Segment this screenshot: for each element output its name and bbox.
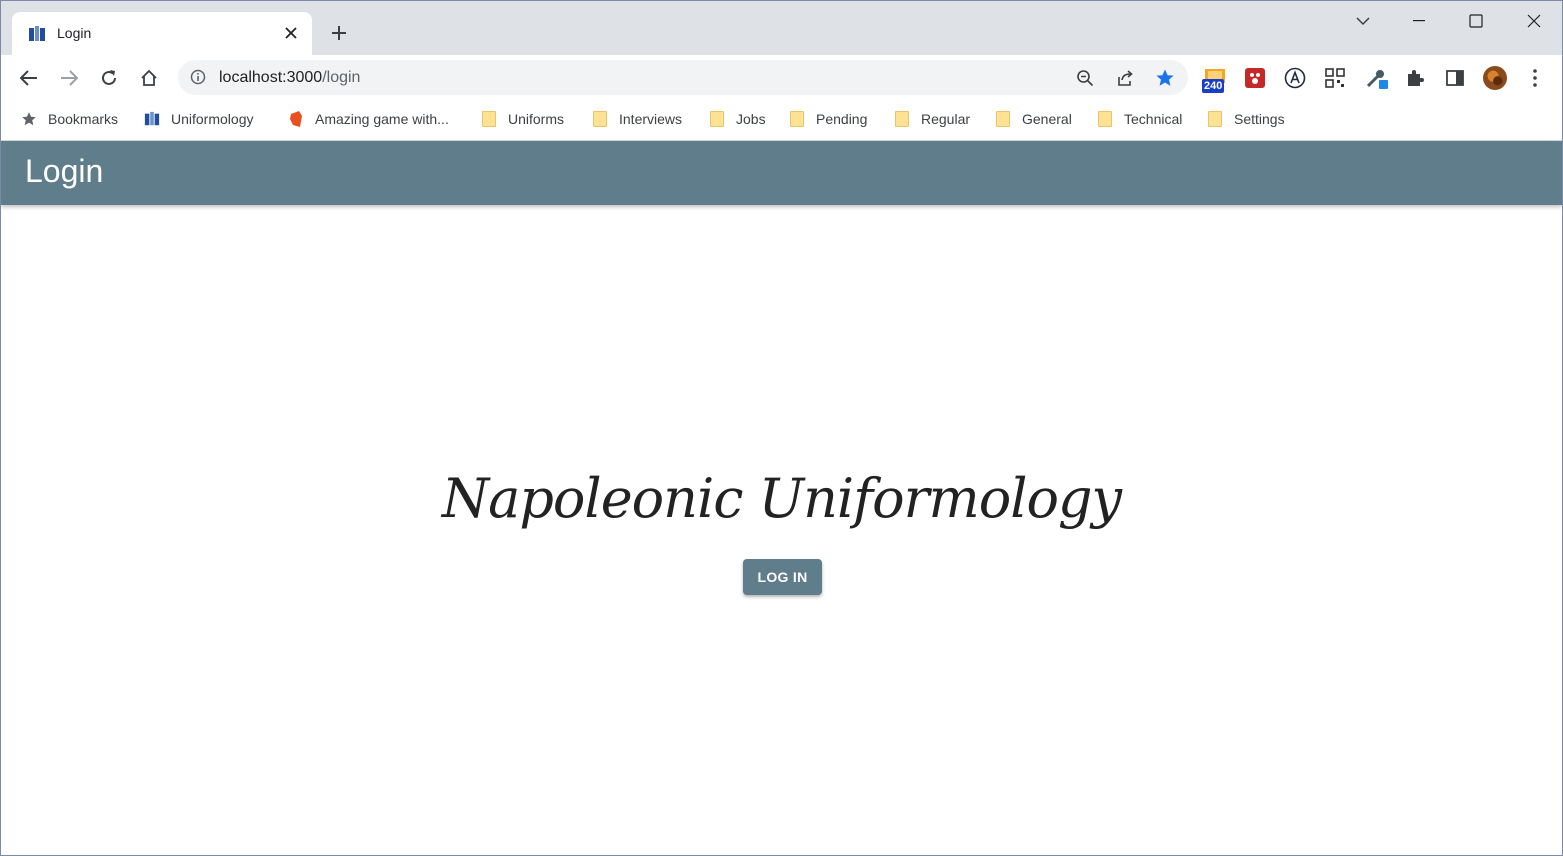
url-text[interactable]: localhost:3000/login — [219, 69, 360, 87]
bookmark-folder-jobs[interactable]: Jobs — [709, 109, 766, 129]
folder-icon — [894, 111, 910, 127]
folder-icon — [709, 111, 725, 127]
tab-close-icon[interactable] — [280, 22, 302, 44]
bookmark-star-icon[interactable] — [1154, 67, 1176, 89]
bookmark-item-uniformology[interactable]: Uniformology — [144, 109, 253, 129]
bookmark-folder-settings[interactable]: Settings — [1207, 109, 1285, 129]
url-host: localhost:3000 — [219, 69, 323, 86]
browser-menu-icon[interactable] — [1523, 66, 1547, 90]
bookmark-label: Bookmarks — [48, 111, 119, 127]
bookmark-label: Jobs — [736, 111, 766, 127]
game-icon — [288, 111, 304, 127]
url-path: /login — [322, 69, 361, 86]
folder-icon — [789, 111, 805, 127]
bookmark-folder-technical[interactable]: Technical — [1097, 109, 1182, 129]
bookmark-label: Pending — [816, 111, 868, 127]
new-tab-icon[interactable] — [327, 21, 351, 45]
side-panel-icon[interactable] — [1443, 66, 1467, 90]
bookmark-label: Regular — [921, 111, 971, 127]
bookmark-label: Uniformology — [171, 111, 254, 127]
bookmark-folder-pending[interactable]: Pending — [789, 109, 867, 129]
app-bar: Login — [1, 141, 1562, 205]
zoom-out-icon[interactable] — [1074, 67, 1096, 89]
folder-icon — [481, 111, 497, 127]
address-bar[interactable]: localhost:3000/login — [178, 60, 1188, 95]
extension-badge: 240 — [1202, 79, 1225, 93]
brand-title: Napoleonic Uniformology — [441, 467, 1122, 530]
bookmark-label: Settings — [1234, 111, 1285, 127]
paw-extension-icon[interactable] — [1243, 66, 1267, 90]
folder-icon — [1207, 111, 1223, 127]
page-title: Login — [25, 153, 104, 189]
tab-login[interactable]: Login — [12, 12, 312, 55]
bookmarks-bar: Bookmarks Uniformology Amazing game with… — [1, 100, 1562, 141]
bookmark-label: General — [1022, 111, 1072, 127]
bookmark-folder-interviews[interactable]: Interviews — [592, 109, 682, 129]
qr-code-extension-icon[interactable] — [1323, 66, 1347, 90]
star-icon — [21, 111, 37, 127]
browser-toolbar: localhost:3000/login — [1, 55, 1562, 100]
tab-strip: Login — [1, 1, 1562, 55]
bookmark-label: Interviews — [619, 111, 683, 127]
uniformology-favicon-icon — [28, 25, 46, 43]
bookmark-item-amazing-game[interactable]: Amazing game with... — [288, 109, 449, 129]
bookmark-label: Amazing game with... — [315, 111, 449, 127]
tab-search-chevron-icon[interactable] — [1351, 9, 1375, 33]
extensions-puzzle-icon[interactable] — [1403, 66, 1427, 90]
folder-icon — [995, 111, 1011, 127]
forward-arrow-icon[interactable] — [56, 65, 82, 91]
folder-icon — [592, 111, 608, 127]
bookmark-folder-uniforms[interactable]: Uniforms — [481, 109, 564, 129]
back-arrow-icon[interactable] — [16, 65, 42, 91]
translate-a-extension-icon[interactable] — [1283, 66, 1307, 90]
eyedropper-extension-icon[interactable] — [1365, 66, 1389, 90]
maximize-icon[interactable] — [1464, 9, 1488, 33]
login-button[interactable]: LOG IN — [743, 559, 822, 595]
share-icon[interactable] — [1114, 67, 1136, 89]
reload-icon[interactable] — [96, 65, 122, 91]
browser-window: Login localhost:3000/login 240 Bookmarks… — [0, 0, 1563, 856]
bookmark-folder-regular[interactable]: Regular — [894, 109, 970, 129]
minimize-icon[interactable] — [1407, 9, 1431, 33]
site-info-icon[interactable] — [190, 69, 206, 90]
login-content: Napoleonic Uniformology LOG IN — [1, 205, 1562, 855]
window-close-icon[interactable] — [1522, 9, 1546, 33]
home-icon[interactable] — [136, 65, 162, 91]
profile-avatar-icon[interactable] — [1483, 66, 1507, 90]
bookmark-item-bookmarks[interactable]: Bookmarks — [21, 109, 118, 129]
bookmark-folder-general[interactable]: General — [995, 109, 1072, 129]
bookmark-label: Technical — [1124, 111, 1183, 127]
tab-title: Login — [57, 25, 92, 41]
uniformology-icon — [144, 111, 160, 127]
folder-icon — [1097, 111, 1113, 127]
bookmark-label: Uniforms — [508, 111, 565, 127]
